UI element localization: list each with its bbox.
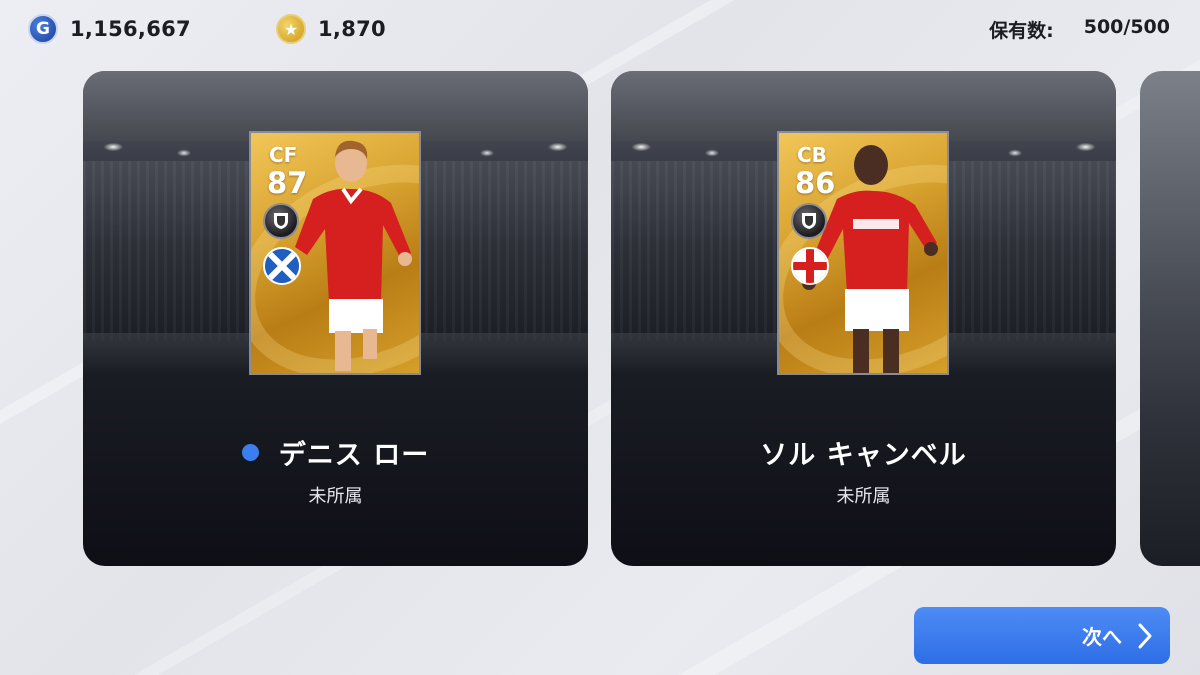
coin-value: 1,870 <box>318 17 386 41</box>
player-position: CB <box>797 143 827 167</box>
player-card-1[interactable]: CF 87 デニス ロー 未所属 <box>83 71 588 566</box>
blue-dot-icon <box>241 444 259 461</box>
player-name: ソル キャンベル <box>760 440 967 471</box>
coin-icon: ★ <box>276 14 306 44</box>
gp-icon: G <box>28 14 58 44</box>
player-club: 未所属 <box>308 486 363 507</box>
chevron-right-icon <box>1138 623 1152 648</box>
player-name: デニス ロー <box>278 440 430 471</box>
next-label: 次へ <box>1082 625 1122 649</box>
player-name-row: デニス ロー <box>83 433 588 472</box>
player-name-row: ソル キャンベル <box>611 433 1116 472</box>
player-position: CF <box>269 143 298 167</box>
top-bar: G 1,156,667 ★ 1,870 保有数: 500/500 <box>0 10 1200 46</box>
player-card-2[interactable]: CB 86 ソル キャンベル 未所属 <box>611 71 1116 566</box>
player-card-3-partial[interactable] <box>1140 71 1200 566</box>
next-button[interactable]: 次へ <box>914 607 1170 664</box>
gp-value: 1,156,667 <box>70 17 191 41</box>
player-rating: 87 <box>267 166 308 200</box>
club-badge-icon <box>791 203 827 239</box>
holdings-label: 保有数: <box>989 20 1054 42</box>
coin-balance: ★ 1,870 <box>276 14 386 44</box>
holdings-value: 500/500 <box>1083 16 1170 38</box>
scotland-flag-icon <box>263 247 301 285</box>
player-card-image: CF 87 <box>249 131 421 375</box>
club-badge-icon <box>263 203 299 239</box>
player-rating: 86 <box>795 166 836 200</box>
player-card-image: CB 86 <box>777 131 949 375</box>
england-flag-icon <box>791 247 829 285</box>
gp-balance: G 1,156,667 <box>28 14 191 44</box>
player-club: 未所属 <box>836 486 891 507</box>
holdings-count: 保有数: 500/500 <box>989 16 1170 43</box>
